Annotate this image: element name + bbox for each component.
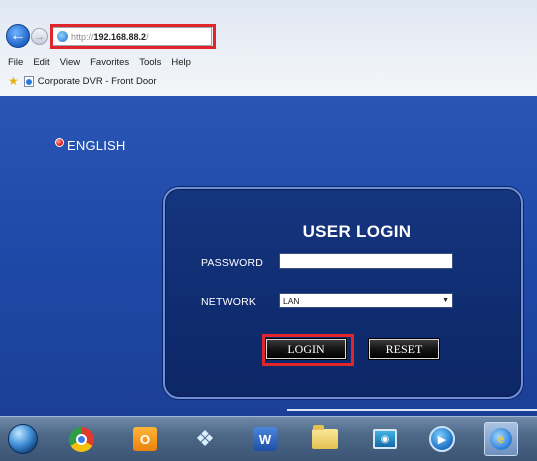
menu-edit[interactable]: Edit (28, 57, 54, 68)
media-player-icon[interactable]: ▶ (425, 422, 459, 456)
reset-button[interactable]: RESET (369, 339, 439, 359)
taskbar: O ❖ W ◉ ▶ e (0, 416, 537, 461)
favorites-star-icon[interactable]: ★ (8, 74, 19, 88)
dropbox-icon[interactable]: ❖ (188, 422, 222, 456)
remote-viewer-icon[interactable]: ◉ (368, 422, 402, 456)
forward-arrow-icon[interactable]: → (31, 28, 48, 45)
login-panel: USER LOGIN PASSWORD NETWORK LAN ▼ LOGIN … (163, 187, 523, 399)
menu-help[interactable]: Help (166, 57, 196, 68)
password-input[interactable] (279, 253, 453, 269)
page-icon (23, 75, 34, 87)
favorites-bar: ★ Corporate DVR - Front Door (0, 73, 157, 89)
favorite-link[interactable]: Corporate DVR - Front Door (38, 76, 157, 87)
url-host: 192.168.88.2 (93, 31, 147, 42)
url-suffix: / (146, 31, 149, 42)
file-explorer-icon[interactable] (308, 422, 342, 456)
menu-bar: File Edit View Favorites Tools Help (0, 54, 196, 70)
language-bullet-icon (55, 138, 64, 147)
browser-chrome: ← → http://192.168.88.2/ File Edit View … (0, 0, 537, 97)
network-label: NETWORK (201, 296, 257, 308)
language-label[interactable]: ENGLISH (67, 138, 125, 153)
word-icon[interactable]: W (248, 422, 282, 456)
login-button[interactable]: LOGIN (266, 339, 346, 359)
password-label: PASSWORD (201, 257, 264, 269)
login-title: USER LOGIN (302, 222, 412, 241)
url-prefix: http:// (71, 31, 94, 42)
menu-view[interactable]: View (55, 57, 85, 68)
internet-explorer-icon[interactable]: e (484, 422, 518, 456)
network-select[interactable]: LAN ▼ (279, 293, 453, 308)
divider-line (287, 409, 537, 411)
chrome-icon[interactable] (64, 422, 98, 456)
menu-file[interactable]: File (0, 57, 28, 68)
dvr-page: ENGLISH USER LOGIN PASSWORD NETWORK LAN … (0, 96, 537, 416)
windows-start-icon[interactable] (6, 422, 40, 456)
dropdown-arrow-icon[interactable]: ▼ (442, 297, 452, 304)
outlook-icon[interactable]: O (128, 422, 162, 456)
menu-tools[interactable]: Tools (134, 57, 166, 68)
back-arrow-icon[interactable]: ← (6, 24, 30, 48)
address-bar[interactable]: http://192.168.88.2/ (52, 27, 212, 46)
ie-page-icon (57, 31, 68, 42)
menu-favorites[interactable]: Favorites (85, 57, 134, 68)
language-selector[interactable]: ENGLISH (55, 138, 125, 153)
network-value: LAN (283, 295, 300, 306)
